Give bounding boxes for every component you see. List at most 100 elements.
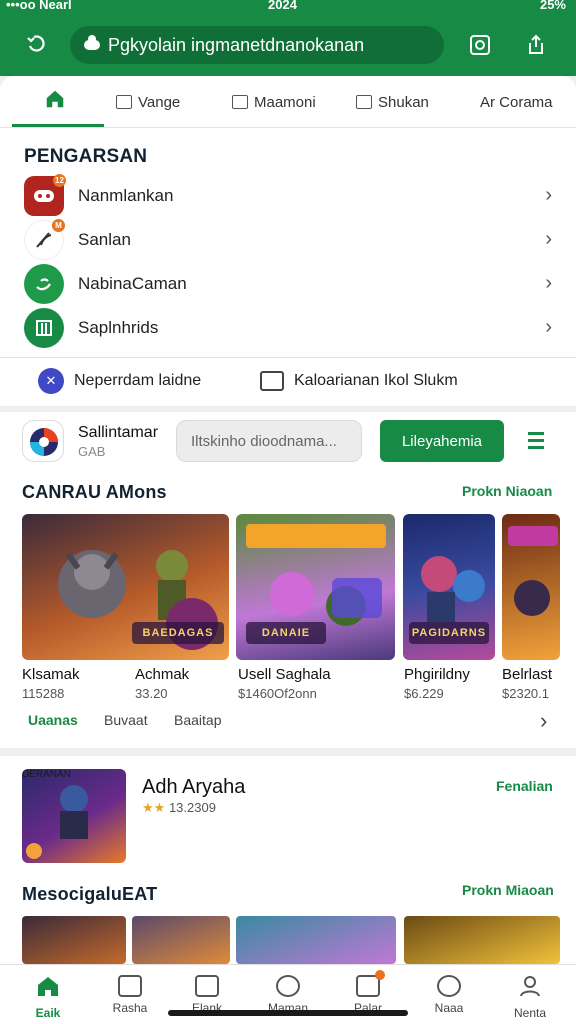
list-item[interactable]: Saplnhrids › xyxy=(0,306,576,350)
see-more-link[interactable]: Prokn Niaoan xyxy=(462,483,552,499)
main-panel: Vange Maamoni Shukan Ar Corama PENGARSAN… xyxy=(0,76,576,748)
status-bar: •••oo Nearl 2024 25% xyxy=(0,0,576,18)
address-text: Pgkyolain ingmanetdnanokanan xyxy=(108,34,365,55)
nav-home[interactable]: Eaik xyxy=(18,971,78,1020)
tab-label: Shukan xyxy=(378,93,429,111)
screen-icon xyxy=(260,371,284,391)
game-art-label: BAEDAGAS xyxy=(132,622,224,644)
cloud-icon xyxy=(84,35,100,50)
quick-link-left[interactable]: ✕ Neperrdam laidne xyxy=(38,364,201,398)
chevron-right-icon[interactable]: › xyxy=(540,708,547,734)
game-card[interactable]: DANAIE xyxy=(236,514,395,660)
tab-home-icon[interactable] xyxy=(44,88,66,110)
search-input[interactable]: Iltskinho dioodnama... xyxy=(176,420,362,462)
featured-title: Adh Aryaha xyxy=(142,776,246,798)
card-price: 33.20 xyxy=(135,686,168,701)
calendar-icon xyxy=(356,970,385,997)
chevron-right-icon: › xyxy=(545,228,552,250)
nav-label: Rasha xyxy=(112,1001,148,1015)
game-thumbnail[interactable] xyxy=(22,916,126,964)
square-icon xyxy=(195,975,219,997)
battery-text: 25% xyxy=(539,0,566,12)
list-item[interactable]: 12 Nanmlankan › xyxy=(0,174,576,218)
book-icon xyxy=(24,308,64,348)
tab-label: Maamoni xyxy=(254,93,316,111)
card-title: Achmak xyxy=(135,666,190,683)
featured-game-image[interactable]: DERANAN xyxy=(22,769,126,863)
compass-icon xyxy=(276,975,300,997)
quick-link-right[interactable]: Kaloarianan Ikol Slukm xyxy=(260,364,458,398)
carrier-text: •••oo Nearl xyxy=(6,0,72,12)
star-icon: ★★ xyxy=(142,800,166,815)
game-controller-icon: 12 xyxy=(24,174,66,216)
primary-button[interactable]: Lileyahemia xyxy=(380,420,504,462)
subtab-buvaat[interactable]: Buvaat xyxy=(104,712,148,728)
notification-dot xyxy=(375,970,385,980)
badge: M xyxy=(52,219,65,232)
back-swirl-icon[interactable] xyxy=(22,30,50,58)
nav-rasha[interactable]: Rasha xyxy=(100,971,160,1019)
app-logo-icon[interactable] xyxy=(22,420,64,462)
tab-ar-corama[interactable]: Ar Corama xyxy=(480,90,553,114)
game-art-label: DANAIE xyxy=(246,622,326,644)
app-subtitle: GAB xyxy=(78,444,106,459)
list-icon xyxy=(116,95,132,109)
address-bar[interactable]: Pgkyolain ingmanetdnanokanan xyxy=(70,26,444,64)
quick-link-label: Kaloarianan Ikol Slukm xyxy=(294,372,458,389)
game-thumbnail[interactable] xyxy=(404,916,560,964)
game-thumbnail[interactable] xyxy=(132,916,230,964)
list-item-label: NabinaCaman xyxy=(78,274,187,293)
see-more-link[interactable]: Prokn Miaoan xyxy=(462,882,554,898)
card-price: 115288 xyxy=(22,686,65,701)
card-title: Klsamak xyxy=(22,666,80,683)
section-title: PENGARSAN xyxy=(24,146,148,167)
menu-icon[interactable] xyxy=(528,432,546,450)
tab-label: Ar Corama xyxy=(480,93,553,111)
list-item[interactable]: M Sanlan › xyxy=(0,218,576,262)
image-icon xyxy=(232,95,248,109)
card-price: $2320.1 xyxy=(502,686,549,701)
card-title: Phgirildny xyxy=(404,666,470,683)
game-card[interactable]: PAGIDARNS xyxy=(403,514,495,660)
rating-value: 13.2309 xyxy=(168,800,216,815)
app-row: Sallintamar GAB Iltskinho dioodnama... L… xyxy=(0,412,576,472)
chart-icon xyxy=(118,975,142,997)
nav-nenta[interactable]: Nenta xyxy=(500,971,560,1020)
game-art-label: PAGIDARNS xyxy=(409,622,489,644)
section-title: CANRAU AMons xyxy=(22,482,167,502)
nav-naaa[interactable]: Naaa xyxy=(419,971,479,1019)
game-card[interactable]: BAEDAGAS xyxy=(22,514,229,660)
list-item-label: Nanmlankan xyxy=(78,186,174,205)
home-indicator[interactable] xyxy=(168,1010,408,1016)
feather-pen-icon: M xyxy=(24,219,65,260)
card-price: $1460Of2onn xyxy=(238,686,317,701)
tab-maamoni[interactable]: Maamoni xyxy=(232,90,316,114)
home-icon xyxy=(38,977,58,996)
list-item-label: Sanlan xyxy=(78,230,131,249)
app-name: Sallintamar xyxy=(78,424,159,441)
subtab-baaitap[interactable]: Baaitap xyxy=(174,712,221,728)
game-card[interactable] xyxy=(502,514,560,660)
card-price: $6.229 xyxy=(404,686,444,701)
tab-shukan[interactable]: Shukan xyxy=(356,90,429,114)
chevron-right-icon: › xyxy=(545,272,552,294)
chevron-right-icon: › xyxy=(545,316,552,338)
leaf-icon xyxy=(24,264,64,304)
tab-label: Vange xyxy=(138,93,181,111)
list-item-label: Saplnhrids xyxy=(78,318,159,337)
share-icon[interactable] xyxy=(522,31,550,59)
rating: ★★ 13.2309 xyxy=(142,800,216,816)
tab-vange[interactable]: Vange xyxy=(116,90,180,114)
nav-label: Eaik xyxy=(35,1006,61,1020)
timer-icon[interactable] xyxy=(466,31,494,59)
clock-text: 2024 xyxy=(268,0,297,12)
game-thumbnail[interactable] xyxy=(236,916,396,964)
check-icon xyxy=(356,95,372,109)
featured-panel: DERANAN Adh Aryaha ★★ 13.2309 Fenalian M… xyxy=(0,756,576,964)
featured-action-link[interactable]: Fenalian xyxy=(496,778,553,794)
subtab-uaanas[interactable]: Uaanas xyxy=(28,712,78,728)
tools-icon: ✕ xyxy=(38,368,64,394)
list-item[interactable]: NabinaCaman › xyxy=(0,262,576,306)
quick-link-label: Neperrdam laidne xyxy=(74,372,202,389)
top-bar: •••oo Nearl 2024 25% Pgkyolain ingmanetd… xyxy=(0,0,576,76)
